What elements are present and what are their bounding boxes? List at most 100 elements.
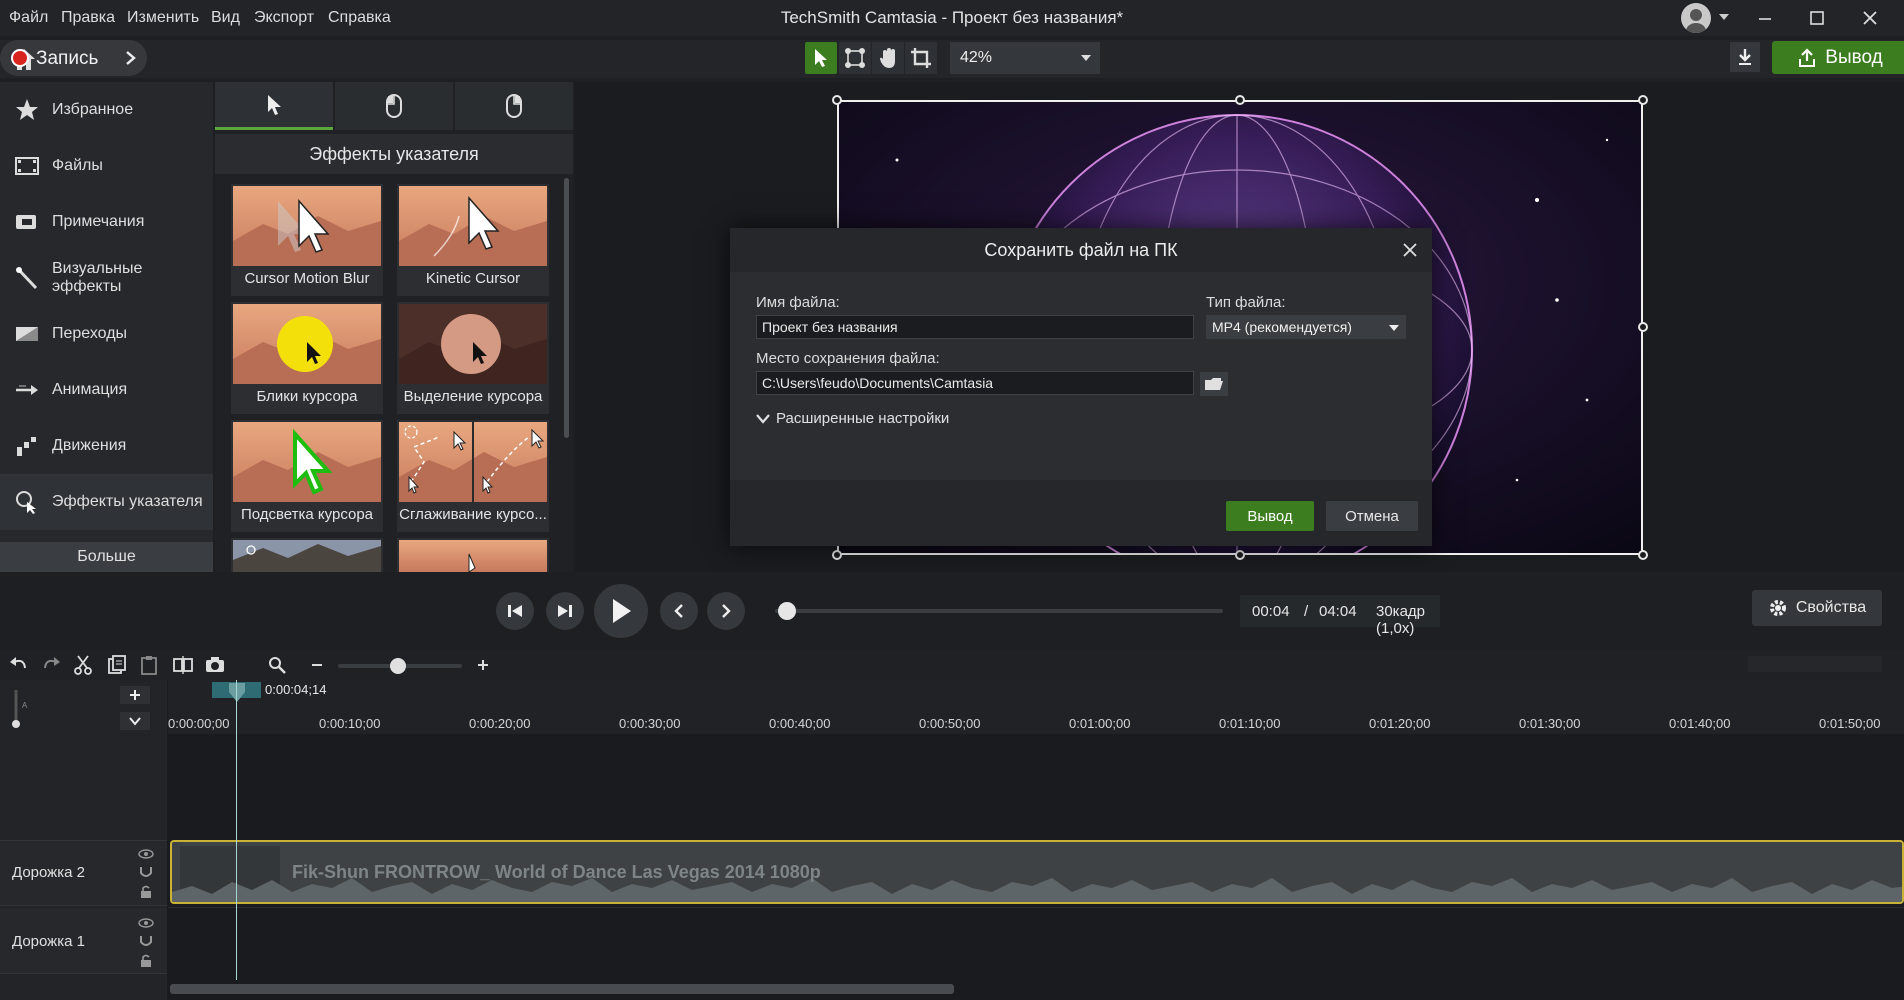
track-options-chevron-down-icon[interactable] — [120, 712, 150, 730]
menu-export[interactable]: Экспорт — [254, 9, 314, 27]
effect-thumb-cursor-spotlight[interactable]: Выделение курсора — [397, 302, 549, 414]
add-track-icon[interactable] — [120, 686, 150, 704]
resize-handle[interactable] — [1638, 550, 1648, 560]
play-icon[interactable] — [594, 584, 648, 638]
behaviors-icon — [14, 433, 40, 459]
sidebar-item-label: Избранное — [52, 101, 134, 118]
dialog-close-icon[interactable] — [1402, 242, 1418, 258]
dialog-cancel-button[interactable]: Отмена — [1326, 501, 1418, 531]
export-button[interactable]: Вывод — [1772, 41, 1904, 74]
resize-handle[interactable] — [1638, 322, 1648, 332]
zoom-search-icon[interactable] — [266, 654, 288, 676]
track-height-slider[interactable]: A — [12, 688, 28, 728]
tab-left-click[interactable] — [335, 82, 453, 130]
sidebar-item-visual-effects[interactable]: Визуальные эффекты — [0, 250, 213, 306]
track-header-2[interactable]: Дорожка 2 — [0, 840, 167, 906]
filename-input[interactable]: Проект без названия — [756, 315, 1194, 339]
zoom-in-icon[interactable] — [472, 654, 494, 676]
zoom-select[interactable]: 42% — [950, 42, 1100, 74]
menu-edit[interactable]: Правка — [61, 9, 115, 27]
effect-thumb-kinetic-cursor[interactable]: Kinetic Cursor — [397, 184, 549, 296]
sidebar-item-transitions[interactable]: Переходы — [0, 306, 213, 362]
select-tool-icon[interactable] — [805, 42, 837, 74]
menu-modify[interactable]: Изменить — [127, 9, 199, 27]
user-avatar-icon[interactable] — [1681, 3, 1711, 33]
effect-thumb-cursor-outline-highlight[interactable]: Подсветка курсора — [231, 420, 383, 532]
step-back-icon[interactable] — [496, 592, 534, 630]
dialog-export-button[interactable]: Вывод — [1226, 501, 1314, 531]
zoom-value: 42% — [960, 49, 993, 66]
close-window-icon[interactable] — [1862, 10, 1878, 26]
effect-thumb-cursor-highlight-glow[interactable]: Блики курсора — [231, 302, 383, 414]
minimize-icon[interactable] — [1757, 10, 1773, 26]
menu-help[interactable]: Справка — [328, 9, 391, 27]
timeline-horizontal-scrollbar[interactable] — [170, 984, 954, 994]
sidebar-item-annotations[interactable]: Примечания — [0, 194, 213, 250]
playback-scrubber-handle[interactable] — [778, 602, 796, 620]
cursor-tab-icon — [268, 94, 281, 115]
copy-icon[interactable] — [106, 654, 128, 676]
user-menu-chevron-icon[interactable] — [1718, 12, 1730, 22]
edit-vertices-tool-icon[interactable] — [839, 42, 871, 74]
record-options-chevron-icon[interactable] — [124, 50, 138, 66]
menu-view[interactable]: Вид — [211, 9, 240, 27]
advanced-settings-toggle[interactable]: Расширенные настройки — [756, 410, 949, 427]
snapshot-camera-icon[interactable] — [204, 654, 226, 676]
timeline: A Дорожка 2 Дорожка 1 0:00:04;14 0:00:00… — [0, 680, 1904, 1000]
timeline-overview-bar[interactable] — [1748, 656, 1882, 672]
effect-thumb-partial[interactable] — [397, 538, 549, 572]
menu-file[interactable]: Файл — [9, 9, 48, 27]
transition-icon — [14, 321, 40, 347]
zoom-out-icon[interactable] — [306, 654, 328, 676]
cut-icon[interactable] — [72, 654, 94, 676]
sidebar-item-favorites[interactable]: Избранное — [0, 82, 213, 138]
track-lock-icon[interactable] — [140, 954, 152, 968]
resize-handle[interactable] — [1235, 95, 1245, 105]
properties-button[interactable]: Свойства — [1752, 590, 1882, 626]
track-magnet-icon[interactable] — [138, 865, 154, 879]
split-icon[interactable] — [172, 654, 194, 676]
resize-handle[interactable] — [1638, 95, 1648, 105]
pan-hand-tool-icon[interactable] — [872, 42, 904, 74]
paste-icon[interactable] — [138, 654, 160, 676]
ruler-tick-label: 0:01:30;00 — [1519, 716, 1581, 731]
timeline-zoom-handle[interactable] — [390, 658, 406, 674]
resize-handle[interactable] — [1235, 550, 1245, 560]
timeline-ruler[interactable]: 0:00:04;14 0:00:00;00 0:00:10;00 0:00:20… — [168, 680, 1904, 734]
maximize-icon[interactable] — [1809, 10, 1825, 26]
track-visibility-eye-icon[interactable] — [138, 849, 154, 859]
next-marker-icon[interactable] — [707, 592, 745, 630]
location-input[interactable]: C:\Users\feudo\Documents\Camtasia — [756, 371, 1194, 395]
track-header-1[interactable]: Дорожка 1 — [0, 908, 167, 974]
sidebar-item-cursor-effects[interactable]: Эффекты указателя — [0, 474, 213, 530]
redo-icon[interactable] — [40, 654, 62, 676]
effect-thumb-cursor-motion-blur[interactable]: Cursor Motion Blur — [231, 184, 383, 296]
resize-handle[interactable] — [832, 95, 842, 105]
sidebar-item-animations[interactable]: Анимация — [0, 362, 213, 418]
svg-text:A: A — [22, 701, 28, 710]
save-file-dialog: Сохранить файл на ПК Имя файла: Проект б… — [730, 228, 1432, 546]
timeline-clip[interactable]: Fik-Shun FRONTROW_ World of Dance Las Ve… — [170, 840, 1904, 904]
tab-right-click[interactable] — [455, 82, 573, 130]
sidebar-item-behaviors[interactable]: Движения — [0, 418, 213, 474]
playhead-handle[interactable] — [228, 682, 246, 702]
filetype-select[interactable]: MP4 (рекомендуется) — [1206, 315, 1406, 339]
effects-scrollbar[interactable] — [564, 178, 569, 438]
step-forward-icon[interactable] — [546, 592, 584, 630]
tab-cursor[interactable] — [215, 82, 333, 130]
download-icon[interactable] — [1730, 42, 1760, 72]
crop-tool-icon[interactable] — [905, 42, 937, 74]
effect-thumb-partial[interactable] — [231, 538, 383, 572]
sidebar-item-media[interactable]: Файлы — [0, 138, 213, 194]
undo-icon[interactable] — [8, 654, 30, 676]
effect-thumb-cursor-smoothing[interactable]: Сглаживание курсо... — [397, 420, 549, 532]
playback-scrubber-track[interactable] — [775, 609, 1223, 613]
track-magnet-icon[interactable] — [138, 934, 154, 948]
more-tools-button[interactable]: Больше — [0, 542, 213, 572]
effect-preview-image — [233, 540, 381, 572]
browse-folder-icon[interactable] — [1200, 372, 1228, 396]
track-lock-icon[interactable] — [140, 885, 152, 899]
track-visibility-eye-icon[interactable] — [138, 918, 154, 928]
resize-handle[interactable] — [832, 550, 842, 560]
previous-marker-icon[interactable] — [660, 592, 698, 630]
